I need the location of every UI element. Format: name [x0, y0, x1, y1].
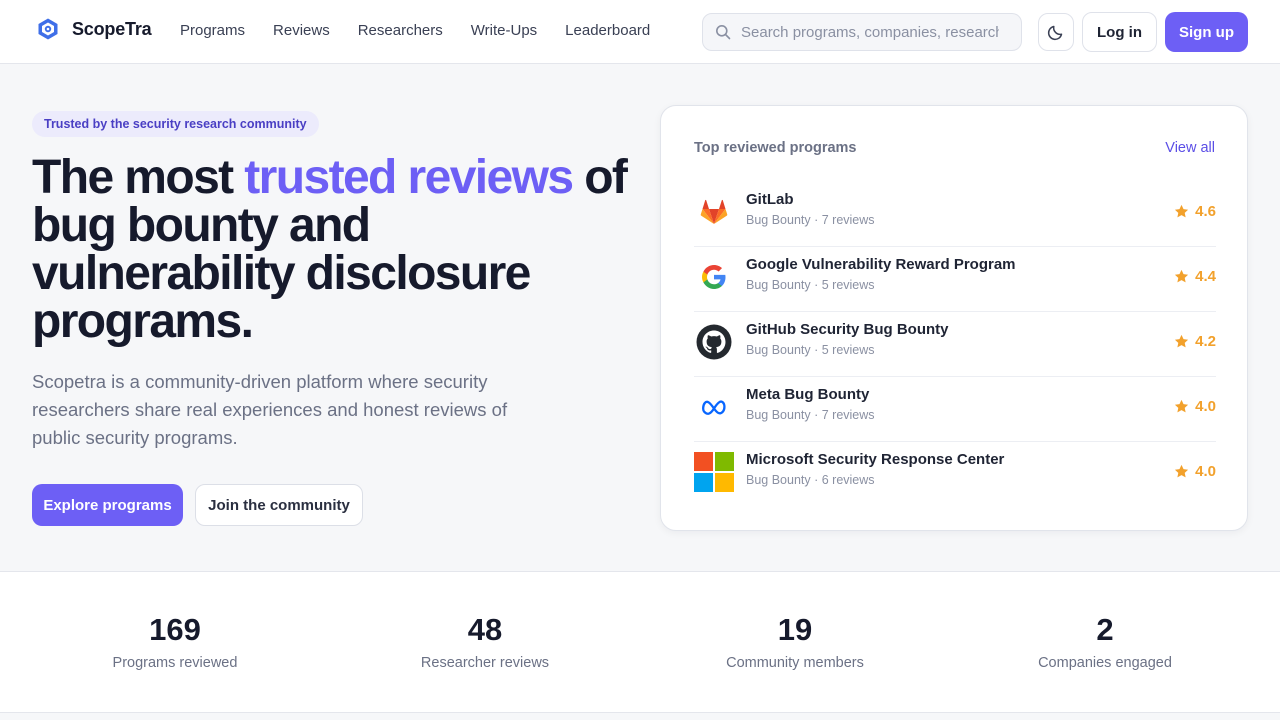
hero-title: The most trusted reviews of bug bounty a… [32, 154, 632, 346]
login-button[interactable]: Log in [1082, 12, 1157, 52]
brand-logo[interactable]: ScopeTra [36, 16, 152, 42]
rating-value: 4.4 [1195, 268, 1216, 285]
star-icon [1175, 269, 1189, 283]
star-icon [1175, 399, 1189, 413]
program-name: Microsoft Security Response Center [746, 451, 1005, 468]
stat-programs-reviewed: 169 Programs reviewed [55, 612, 295, 671]
rating-value: 4.0 [1195, 398, 1216, 415]
main-nav: Programs Reviews Researchers Write-Ups L… [180, 22, 678, 39]
program-name: GitHub Security Bug Bounty [746, 321, 949, 338]
stat-community-members: 19 Community members [675, 612, 915, 671]
top-programs-card: Top reviewed programs View all GitLab Bu… [660, 105, 1248, 531]
program-meta: Bug Bounty · 7 reviews [746, 408, 875, 422]
stat-label: Community members [726, 655, 864, 671]
stat-companies-engaged: 2 Companies engaged [985, 612, 1225, 671]
program-row-github[interactable]: GitHub Security Bug Bounty Bug Bounty · … [694, 312, 1216, 377]
star-icon [1175, 334, 1189, 348]
program-rating: 4.0 [1174, 463, 1216, 480]
stat-researcher-reviews: 48 Researcher reviews [365, 612, 605, 671]
search-icon [716, 25, 731, 40]
nav-item-reviews[interactable]: Reviews [273, 22, 330, 39]
program-meta: Bug Bounty · 5 reviews [746, 343, 875, 357]
program-row-google[interactable]: Google Vulnerability Reward Program Bug … [694, 247, 1216, 312]
nav-item-leaderboard[interactable]: Leaderboard [565, 22, 650, 39]
nav-item-programs[interactable]: Programs [180, 22, 245, 39]
program-list: GitLab Bug Bounty · 7 reviews 4.6 Google… [694, 182, 1216, 507]
program-meta: Bug Bounty · 5 reviews [746, 278, 875, 292]
stat-value: 169 [149, 612, 201, 647]
explore-programs-button[interactable]: Explore programs [32, 484, 183, 526]
microsoft-logo [694, 452, 734, 492]
stat-value: 48 [467, 612, 503, 647]
stat-label: Companies engaged [1038, 655, 1172, 671]
hero-title-accent: trusted reviews [244, 151, 574, 204]
view-all-link[interactable]: View all [1165, 140, 1215, 156]
rating-value: 4.0 [1195, 463, 1216, 480]
theme-toggle-button[interactable] [1038, 13, 1074, 51]
trust-badge: Trusted by the security research communi… [32, 111, 319, 137]
rating-value: 4.2 [1195, 333, 1216, 350]
program-name: GitLab [746, 191, 794, 208]
join-community-button[interactable]: Join the community [195, 484, 363, 526]
search-box [702, 13, 1022, 51]
stats-section: 169 Programs reviewed 48 Researcher revi… [0, 571, 1280, 713]
program-row-gitlab[interactable]: GitLab Bug Bounty · 7 reviews 4.6 [694, 182, 1216, 247]
program-rating: 4.0 [1174, 398, 1216, 415]
hero-title-start: The most [32, 151, 245, 204]
signup-button[interactable]: Sign up [1165, 12, 1248, 52]
program-rating: 4.4 [1174, 268, 1216, 285]
hero-description: Scopetra is a community-driven platform … [32, 371, 508, 448]
site-header: ScopeTra Programs Reviews Researchers Wr… [0, 0, 1280, 64]
stat-value: 2 [1096, 612, 1114, 647]
moon-icon [1047, 25, 1063, 41]
program-rating: 4.2 [1174, 333, 1216, 350]
stat-value: 19 [777, 612, 813, 647]
github-logo [694, 322, 734, 362]
star-icon [1175, 464, 1189, 478]
star-icon [1175, 204, 1189, 218]
brand-name: ScopeTra [72, 18, 152, 39]
stat-label: Researcher reviews [420, 655, 550, 671]
card-title: Top reviewed programs [694, 140, 857, 156]
search-input[interactable] [741, 23, 999, 41]
google-logo [694, 257, 734, 297]
nav-item-write-ups[interactable]: Write-Ups [471, 22, 537, 39]
meta-logo [694, 387, 734, 427]
rating-value: 4.6 [1195, 203, 1216, 220]
program-meta: Bug Bounty · 7 reviews [746, 213, 875, 227]
program-meta: Bug Bounty · 6 reviews [746, 473, 875, 487]
gitlab-logo [694, 192, 734, 232]
scopetra-logo-icon [38, 18, 58, 40]
nav-item-researchers[interactable]: Researchers [358, 22, 443, 39]
stat-label: Programs reviewed [112, 655, 238, 671]
program-name: Google Vulnerability Reward Program [746, 256, 1016, 273]
program-row-meta[interactable]: Meta Bug Bounty Bug Bounty · 7 reviews 4… [694, 377, 1216, 442]
program-row-microsoft[interactable]: Microsoft Security Response Center Bug B… [694, 442, 1216, 507]
program-name: Meta Bug Bounty [746, 386, 870, 403]
program-rating: 4.6 [1174, 203, 1216, 220]
